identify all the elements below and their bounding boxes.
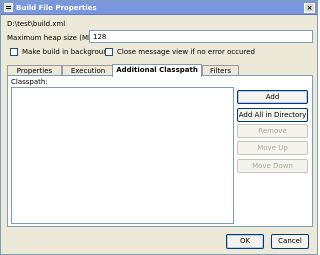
build-file-path: D:\test\build.xml xyxy=(7,20,66,28)
move-up-button[interactable]: Move Up xyxy=(237,141,308,155)
close-message-label: Close message view if no error occured xyxy=(117,48,255,56)
window-title: Build File Properties xyxy=(16,3,97,12)
title-bar: Build File Properties × xyxy=(1,1,317,15)
add-all-in-directory-button[interactable]: Add All in Directory xyxy=(237,108,308,122)
background-build-checkbox[interactable]: Make build in background xyxy=(10,48,112,56)
app-icon xyxy=(4,3,13,12)
ok-button[interactable]: OK xyxy=(226,234,264,249)
classpath-list[interactable] xyxy=(11,87,234,224)
add-button[interactable]: Add xyxy=(237,90,308,104)
checkbox-box[interactable] xyxy=(10,48,18,56)
close-message-checkbox[interactable]: Close message view if no error occured xyxy=(105,48,255,56)
tab-additional-classpath[interactable]: Additional Classpath xyxy=(112,64,202,77)
background-build-label: Make build in background xyxy=(22,48,113,56)
cancel-button[interactable]: Cancel xyxy=(271,234,309,249)
close-button[interactable]: × xyxy=(304,3,315,13)
heap-size-label: Maximum heap size (Mb): xyxy=(7,34,98,42)
heap-size-input[interactable] xyxy=(89,30,313,43)
classpath-panel: Classpath: Add Add All in Directory Remo… xyxy=(7,75,313,227)
checkbox-box[interactable] xyxy=(105,48,113,56)
classpath-label: Classpath: xyxy=(11,78,48,86)
move-down-button[interactable]: Move Down xyxy=(237,159,308,173)
build-file-properties-dialog: Build File Properties × D:\test\build.xm… xyxy=(0,0,318,255)
remove-button[interactable]: Remove xyxy=(237,124,308,138)
